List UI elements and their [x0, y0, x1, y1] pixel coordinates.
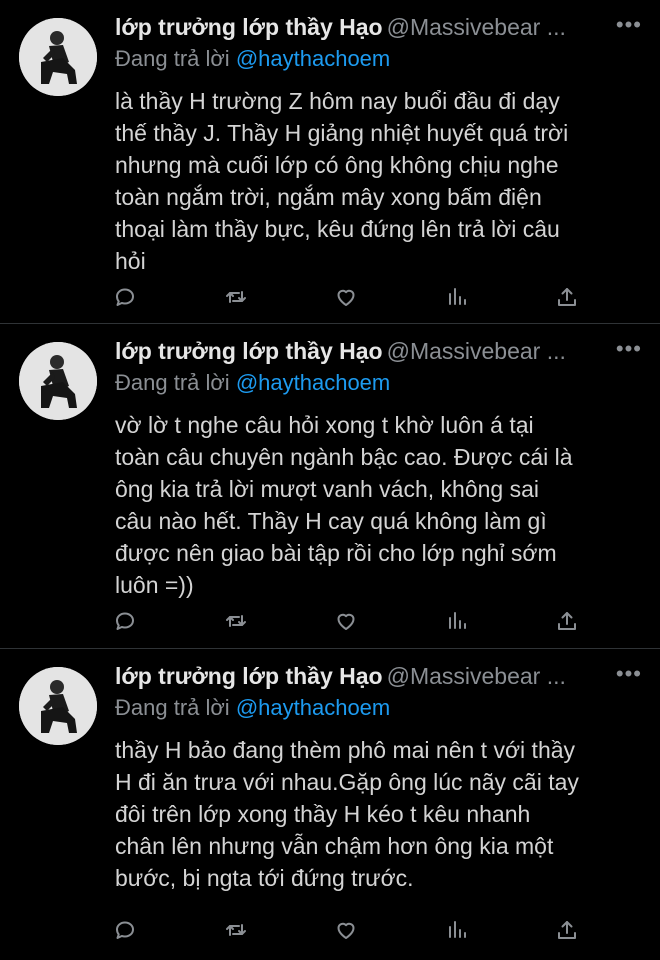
replying-to: Đang trả lời @haythachoem [115, 695, 390, 721]
reply-icon[interactable] [108, 607, 142, 635]
avatar[interactable] [19, 667, 97, 745]
tweet[interactable]: lớp trưởng lớp thầy Hạo @Massivebear ... … [0, 324, 660, 649]
tweet-text: là thầy H trường Z hôm nay buổi đầu đi d… [115, 88, 569, 274]
share-icon[interactable] [550, 916, 584, 944]
tweet-header: lớp trưởng lớp thầy Hạo @Massivebear ... … [115, 661, 642, 695]
share-icon[interactable] [550, 283, 584, 311]
tweet-actions [108, 283, 584, 311]
analytics-icon[interactable] [440, 607, 474, 635]
replying-to: Đang trả lời @haythachoem [115, 46, 390, 72]
author-name[interactable]: lớp trưởng lớp thầy Hạo [115, 338, 383, 364]
reply-mention-link[interactable]: @haythachoem [236, 370, 390, 395]
analytics-icon[interactable] [440, 916, 474, 944]
reply-prefix: Đang trả lời [115, 370, 230, 395]
analytics-icon[interactable] [440, 283, 474, 311]
more-options-icon[interactable]: ••• [616, 661, 642, 687]
tweet-actions [108, 916, 584, 944]
reply-icon[interactable] [108, 916, 142, 944]
tweet-header: lớp trưởng lớp thầy Hạo @Massivebear ... … [115, 12, 642, 46]
avatar[interactable] [19, 18, 97, 96]
more-options-icon[interactable]: ••• [616, 12, 642, 38]
more-options-icon[interactable]: ••• [616, 336, 642, 362]
retweet-icon[interactable] [219, 607, 253, 635]
like-icon[interactable] [329, 283, 363, 311]
retweet-icon[interactable] [219, 283, 253, 311]
reply-mention-link[interactable]: @haythachoem [236, 46, 390, 71]
tweet-text: thầy H bảo đang thèm phô mai nên t với t… [115, 737, 579, 891]
tweet[interactable]: lớp trưởng lớp thầy Hạo @Massivebear ... … [0, 0, 660, 324]
author-handle[interactable]: @Massivebear ... [387, 338, 566, 364]
avatar[interactable] [19, 342, 97, 420]
author-name[interactable]: lớp trưởng lớp thầy Hạo [115, 663, 383, 689]
retweet-icon[interactable] [219, 916, 253, 944]
like-icon[interactable] [329, 607, 363, 635]
share-icon[interactable] [550, 607, 584, 635]
like-icon[interactable] [329, 916, 363, 944]
replying-to: Đang trả lời @haythachoem [115, 370, 390, 396]
author-handle[interactable]: @Massivebear ... [387, 14, 566, 40]
reply-prefix: Đang trả lời [115, 695, 230, 720]
tweet[interactable]: lớp trưởng lớp thầy Hạo @Massivebear ... … [0, 649, 660, 960]
author-name[interactable]: lớp trưởng lớp thầy Hạo [115, 14, 383, 40]
tweet-header: lớp trưởng lớp thầy Hạo @Massivebear ... … [115, 336, 642, 370]
tweet-text: vờ lờ t nghe câu hỏi xong t khờ luôn á t… [115, 412, 573, 598]
reply-mention-link[interactable]: @haythachoem [236, 695, 390, 720]
author-handle[interactable]: @Massivebear ... [387, 663, 566, 689]
reply-prefix: Đang trả lời [115, 46, 230, 71]
reply-icon[interactable] [108, 283, 142, 311]
tweet-actions [108, 607, 584, 635]
